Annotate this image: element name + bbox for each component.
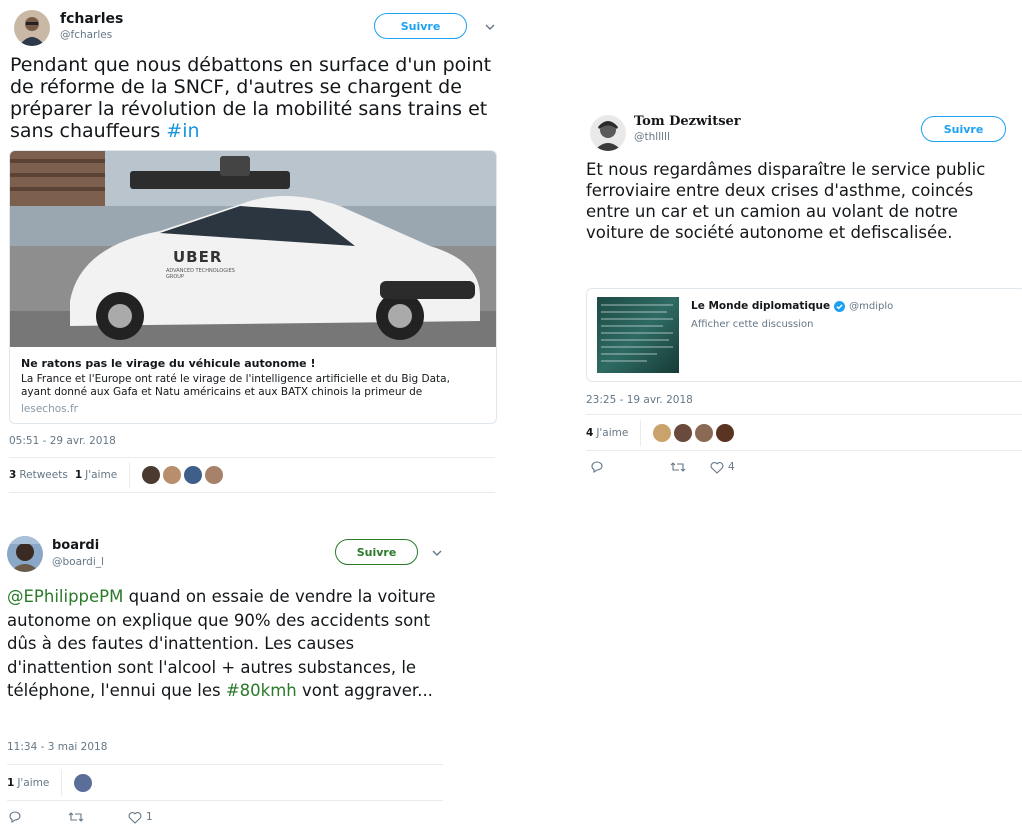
- link-card[interactable]: UBER ADVANCED TECHNOLOGIES GROUP Ne rato…: [9, 150, 497, 424]
- follow-button[interactable]: Suivre: [374, 13, 467, 39]
- quoted-handle[interactable]: @mdiplo: [849, 301, 893, 312]
- likes-count[interactable]: 4: [586, 427, 593, 439]
- chevron-down-icon[interactable]: [483, 20, 497, 34]
- liker-avatar[interactable]: [163, 466, 182, 484]
- car-brand: UBER: [173, 248, 223, 266]
- card-image: UBER ADVANCED TECHNOLOGIES GROUP: [10, 151, 496, 347]
- like-icon: [128, 811, 142, 824]
- quoted-name[interactable]: Le Monde diplomatique: [691, 300, 830, 312]
- tweet-body: Pendant que nous débattons en surface d'…: [10, 54, 492, 142]
- mention-link[interactable]: @EPhilippePM: [7, 587, 123, 606]
- reply-action[interactable]: [590, 460, 670, 474]
- user-handle[interactable]: @fcharles: [60, 29, 112, 41]
- tweet-tom-dezwitser: Tom Dezwitser @thlllll Suivre Et nous re…: [584, 105, 1022, 495]
- follow-button[interactable]: Suivre: [335, 539, 418, 565]
- quoted-author[interactable]: Le Monde diplomatique @mdiplo: [691, 300, 893, 312]
- liker-avatar[interactable]: [716, 424, 735, 442]
- display-name[interactable]: Tom Dezwitser: [634, 114, 741, 129]
- card-domain: lesechos.fr: [21, 403, 78, 415]
- divider: [586, 414, 1022, 415]
- avatar[interactable]: [14, 10, 50, 46]
- engagement-stats: 3 Retweets 1 J'aime: [9, 461, 226, 489]
- retweet-action[interactable]: [670, 460, 710, 474]
- quoted-tweet[interactable]: Le Monde diplomatique @mdiplo Afficher c…: [586, 288, 1022, 382]
- divider: [7, 764, 443, 765]
- divider: [7, 800, 443, 801]
- divider: [9, 492, 495, 493]
- likes-count[interactable]: 1: [75, 469, 82, 481]
- liker-avatar[interactable]: [74, 774, 93, 792]
- display-name[interactable]: fcharles: [60, 11, 123, 27]
- liker-avatar[interactable]: [184, 466, 203, 484]
- tweet-actions: 4: [590, 460, 735, 474]
- like-icon: [710, 461, 724, 474]
- liker-avatar[interactable]: [674, 424, 693, 442]
- tweet-text: Et nous regardâmes disparaître le servic…: [586, 160, 986, 242]
- quoted-image: [597, 297, 679, 373]
- hashtag-link[interactable]: #80kmh: [226, 681, 297, 700]
- verified-badge-icon: [834, 300, 846, 312]
- tweet-timestamp[interactable]: 05:51 - 29 avr. 2018: [9, 435, 116, 447]
- follow-button[interactable]: Suivre: [921, 116, 1006, 142]
- stats-separator: [640, 420, 642, 446]
- likes-label[interactable]: J'aime: [596, 427, 628, 439]
- likes-count[interactable]: 1: [7, 777, 14, 789]
- engagement-stats: 4 J'aime: [586, 419, 737, 447]
- divider: [586, 450, 1022, 451]
- reply-icon: [591, 461, 603, 474]
- liker-avatar[interactable]: [142, 466, 161, 484]
- liker-avatar[interactable]: [695, 424, 714, 442]
- engagement-stats: 1 J'aime: [7, 769, 95, 797]
- user-handle[interactable]: @thlllll: [634, 131, 670, 143]
- user-handle[interactable]: @boardi_l: [52, 556, 104, 568]
- tweet-text: Pendant que nous débattons en surface d'…: [10, 54, 492, 142]
- divider: [9, 457, 495, 458]
- hashtag-link[interactable]: #in: [166, 120, 199, 142]
- like-count: 1: [146, 811, 153, 823]
- card-title: Ne ratons pas le virage du véhicule auto…: [21, 357, 316, 370]
- stats-separator: [61, 770, 63, 796]
- retweets-count[interactable]: 3: [9, 469, 16, 481]
- reply-icon: [9, 811, 21, 824]
- reply-action[interactable]: [8, 810, 68, 824]
- stats-separator: [129, 462, 131, 488]
- like-action[interactable]: 1: [128, 811, 153, 824]
- retweets-label[interactable]: Retweets: [19, 469, 68, 481]
- tweet-body-end: vont aggraver...: [296, 681, 433, 700]
- retweet-icon: [670, 462, 686, 472]
- tweet-text: @EPhilippePM quand on essaie de vendre l…: [7, 585, 453, 703]
- tweet-actions: 1: [8, 810, 153, 824]
- like-action[interactable]: 4: [710, 461, 735, 474]
- liker-avatar[interactable]: [205, 466, 224, 484]
- tweet-timestamp[interactable]: 23:25 - 19 avr. 2018: [586, 394, 693, 406]
- likes-label[interactable]: J'aime: [17, 777, 49, 789]
- tweet-fcharles: fcharles @fcharles Suivre Pendant que no…: [0, 0, 500, 500]
- avatar[interactable]: [7, 536, 43, 572]
- chevron-down-icon[interactable]: [430, 546, 444, 560]
- retweet-action[interactable]: [68, 810, 128, 824]
- tweet-timestamp[interactable]: 11:34 - 3 mai 2018: [7, 741, 107, 753]
- tweet-boardi: boardi @boardi_l Suivre @EPhilippePM qua…: [0, 530, 460, 824]
- likes-label[interactable]: J'aime: [85, 469, 117, 481]
- avatar[interactable]: [590, 115, 626, 151]
- show-discussion-link[interactable]: Afficher cette discussion: [691, 319, 813, 330]
- car-decal: ADVANCED TECHNOLOGIES GROUP: [166, 268, 235, 280]
- retweet-icon: [68, 812, 84, 822]
- like-count: 4: [728, 461, 735, 473]
- liker-avatar[interactable]: [653, 424, 672, 442]
- display-name[interactable]: boardi: [52, 538, 99, 553]
- card-description: La France et l'Europe ont raté le virage…: [21, 373, 450, 398]
